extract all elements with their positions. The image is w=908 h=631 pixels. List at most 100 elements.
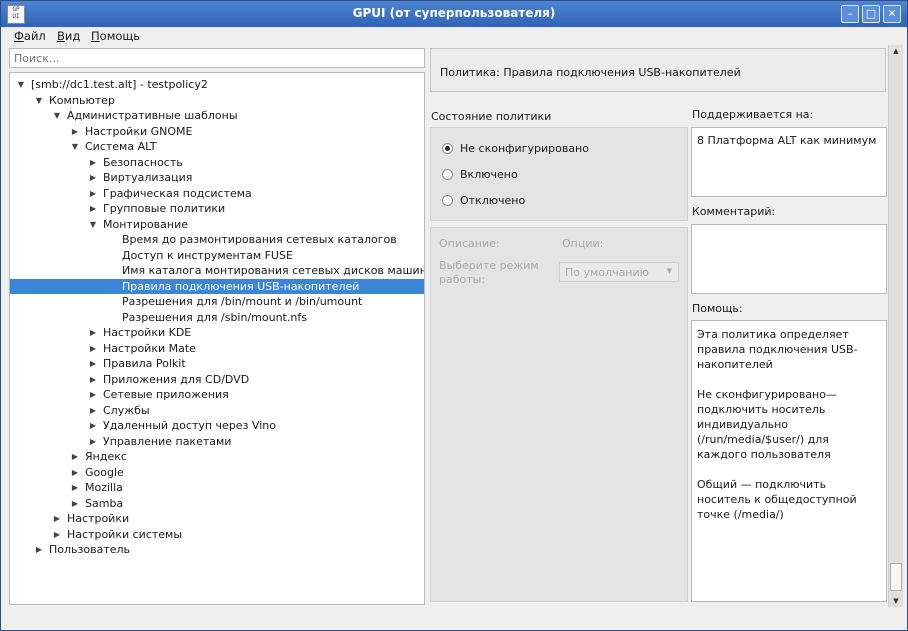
menu-view[interactable]: Вид xyxy=(57,29,80,43)
title-bar[interactable]: GP UI GPUI (от суперпользователя) – □ ✕ xyxy=(1,1,907,27)
tree-item[interactable]: ▶ Яндекс xyxy=(10,449,424,464)
tree-item-label: Виртуализация xyxy=(103,171,193,184)
tree-item[interactable]: ▶ Безопасность xyxy=(10,155,424,170)
tree-item-label: Доступ к инструментам FUSE xyxy=(122,248,293,262)
tree-item[interactable]: ▶ Настройки GNOME xyxy=(10,124,424,139)
collapse-arrow-icon[interactable]: ▶ xyxy=(88,387,98,402)
help-paragraph: Общий — подключить носитель к общедоступ… xyxy=(697,478,857,521)
tree-item[interactable]: ▶ Настройки KDE xyxy=(10,325,424,340)
collapse-arrow-icon[interactable]: ▶ xyxy=(52,527,62,542)
tree-item[interactable]: ▶ Управление пакетами xyxy=(10,434,424,449)
tree-item[interactable]: ▼ Монтирование xyxy=(10,217,424,232)
tree-item-label: Имя каталога монтирования сетевых дисков… xyxy=(122,264,425,277)
policy-tree[interactable]: ▼ [smb://dc1.test.alt] - testpolicy2 ▼ Комп… xyxy=(9,72,425,605)
menu-bar: Файл Вид Помощь xyxy=(1,27,907,45)
tree-item-label: Настройки xyxy=(67,512,130,525)
tree-item-label: Управление пакетами xyxy=(103,434,232,448)
scroll-up-icon[interactable]: ▲ xyxy=(889,45,903,57)
tree-item[interactable]: ▼ Система ALT xyxy=(10,139,424,154)
collapse-arrow-icon[interactable]: ▶ xyxy=(70,124,80,139)
collapse-arrow-icon[interactable]: ▶ xyxy=(88,356,98,371)
tree-item[interactable]: ▶ Настройки Mate xyxy=(10,341,424,356)
expand-arrow-icon[interactable]: ▼ xyxy=(88,217,98,232)
tree-item[interactable]: ▼ Компьютер xyxy=(10,93,424,108)
window-title: GPUI (от суперпользователя) xyxy=(352,6,556,20)
tree-item[interactable]: ▶ Групповые политики xyxy=(10,201,424,216)
expand-arrow-icon[interactable]: ▼ xyxy=(52,108,62,123)
close-icon[interactable]: ✕ xyxy=(883,5,901,23)
expand-arrow-icon[interactable]: ▼ xyxy=(70,139,80,154)
menu-file[interactable]: Файл xyxy=(14,29,46,43)
tree-item[interactable]: Доступ к инструментам FUSE xyxy=(10,248,424,263)
tree-item[interactable]: Время до размонтирования сетевых каталог… xyxy=(10,232,424,247)
mode-select[interactable]: По умолчанию ▼ xyxy=(559,262,679,282)
tree-item[interactable]: Имя каталога монтирования сетевых дисков… xyxy=(10,263,424,278)
search-input[interactable] xyxy=(9,48,425,68)
tree-item[interactable]: Разрешения для /sbin/mount.nfs xyxy=(10,310,424,325)
collapse-arrow-icon[interactable]: ▶ xyxy=(70,449,80,464)
collapse-arrow-icon[interactable]: ▶ xyxy=(88,403,98,418)
tree-item[interactable]: ▶ Mozilla xyxy=(10,480,424,495)
expand-arrow-icon[interactable]: ▼ xyxy=(16,77,26,92)
supported-field[interactable]: 8 Платформа ALT как минимум xyxy=(691,127,887,197)
tree-item[interactable]: ▶ Пользователь xyxy=(10,542,424,557)
collapse-arrow-icon[interactable]: ▶ xyxy=(88,434,98,449)
tree-item[interactable]: ▼ [smb://dc1.test.alt] - testpolicy2 xyxy=(10,77,424,92)
collapse-arrow-icon[interactable]: ▶ xyxy=(34,542,44,557)
mode-label: Выберите режим работы: xyxy=(439,259,539,286)
tree-item[interactable]: Разрешения для /bin/mount и /bin/umount xyxy=(10,294,424,309)
comment-field[interactable] xyxy=(691,224,887,294)
collapse-arrow-icon[interactable]: ▶ xyxy=(88,341,98,356)
tree-item[interactable]: ▶ Графическая подсистема xyxy=(10,186,424,201)
tree-item-label: Разрешения для /bin/mount и /bin/umount xyxy=(122,295,363,308)
tree-item[interactable]: ▶ Службы xyxy=(10,403,424,418)
maximize-icon[interactable]: □ xyxy=(862,5,880,23)
scroll-down-icon[interactable]: ▼ xyxy=(889,595,903,607)
collapse-arrow-icon[interactable]: ▶ xyxy=(88,372,98,387)
tree-item-label: Компьютер xyxy=(49,93,115,107)
tree-item[interactable]: ▶ Google xyxy=(10,465,424,480)
help-text[interactable]: Эта политика определяет правила подключе… xyxy=(691,320,887,602)
tree-item-label: Службы xyxy=(103,403,150,417)
status-bar xyxy=(1,608,907,630)
expand-arrow-icon[interactable]: ▼ xyxy=(34,93,44,108)
tree-item-label: Административные шаблоны xyxy=(67,109,238,122)
tree-item[interactable]: ▶ Настройки xyxy=(10,511,424,526)
help-paragraph: Эта политика определяет правила подключе… xyxy=(697,328,858,371)
tree-item[interactable]: Правила подключения USB-накопителей xyxy=(10,278,424,294)
chevron-down-icon: ▼ xyxy=(666,267,672,275)
collapse-arrow-icon[interactable]: ▶ xyxy=(88,201,98,216)
tree-item-label: Безопасность xyxy=(103,155,183,169)
right-scrollbar[interactable]: ▲ ▼ xyxy=(888,45,903,607)
collapse-arrow-icon[interactable]: ▶ xyxy=(52,511,62,526)
tree-item[interactable]: ▶ Удаленный доступ через Vino xyxy=(10,418,424,433)
collapse-arrow-icon[interactable]: ▶ xyxy=(70,480,80,495)
tree-item-label: Пользователь xyxy=(49,543,131,556)
collapse-arrow-icon[interactable]: ▶ xyxy=(88,186,98,201)
scroll-thumb[interactable] xyxy=(890,563,902,591)
supported-label: Поддерживается на: xyxy=(692,108,814,121)
tree-item-label: Разрешения для /sbin/mount.nfs xyxy=(122,310,307,324)
collapse-arrow-icon[interactable]: ▶ xyxy=(88,325,98,340)
tree-item-label: Правила подключения USB-накопителей xyxy=(122,279,360,293)
collapse-arrow-icon[interactable]: ▶ xyxy=(70,496,80,511)
tree-item[interactable]: ▶ Сетевые приложения xyxy=(10,387,424,402)
tree-item-label: Система ALT xyxy=(85,140,157,153)
tree-item[interactable]: ▶ Samba xyxy=(10,496,424,511)
tree-item-label: Сетевые приложения xyxy=(103,388,229,401)
tree-item[interactable]: ▶ Правила Polkit xyxy=(10,356,424,371)
tree-item-label: Настройки Mate xyxy=(103,341,196,355)
tree-item[interactable]: ▶ Виртуализация xyxy=(10,170,424,185)
minimize-icon[interactable]: – xyxy=(841,5,859,23)
help-paragraph: Не сконфигурировано— подключить носитель… xyxy=(697,388,837,461)
collapse-arrow-icon[interactable]: ▶ xyxy=(88,155,98,170)
collapse-arrow-icon[interactable]: ▶ xyxy=(88,418,98,433)
menu-help[interactable]: Помощь xyxy=(91,29,140,43)
tree-item[interactable]: ▼ Административные шаблоны xyxy=(10,108,424,123)
tree-item[interactable]: ▶ Настройки системы xyxy=(10,527,424,542)
collapse-arrow-icon[interactable]: ▶ xyxy=(70,465,80,480)
tree-item[interactable]: ▶ Приложения для CD/DVD xyxy=(10,372,424,387)
collapse-arrow-icon[interactable]: ▶ xyxy=(88,170,98,185)
policy-state-group: Не сконфигурировано Включено Отключено xyxy=(430,127,688,221)
help-label: Помощь: xyxy=(692,302,743,315)
